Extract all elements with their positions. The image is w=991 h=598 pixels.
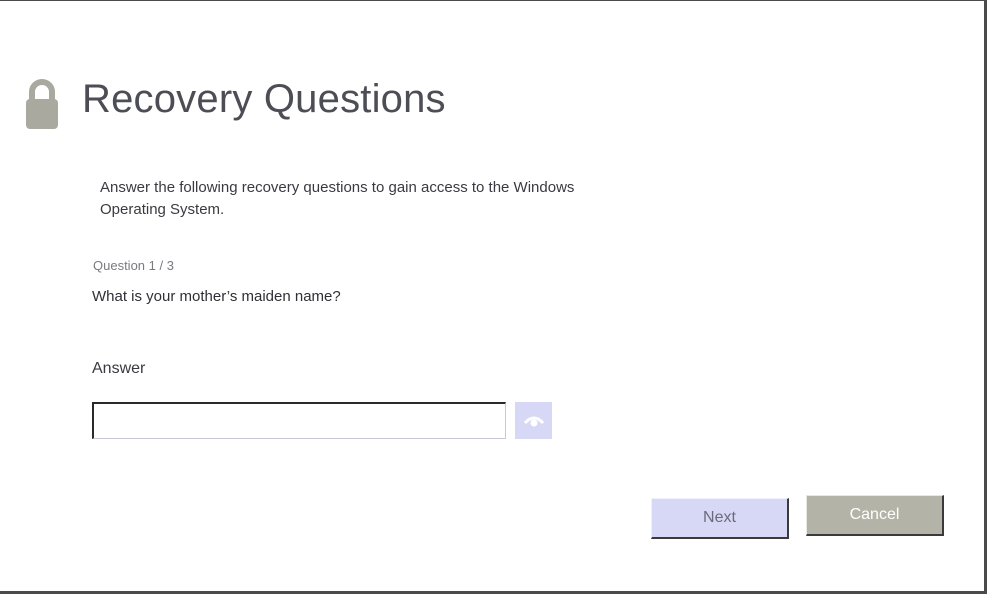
question-text: What is your mother’s maiden name?	[92, 288, 341, 305]
cancel-button[interactable]: Cancel	[806, 495, 944, 536]
answer-label: Answer	[92, 360, 146, 377]
answer-input[interactable]	[92, 402, 506, 439]
page-title: Recovery Questions	[82, 77, 446, 121]
next-button[interactable]: Next	[651, 498, 789, 539]
instructions-text: Answer the following recovery questions …	[100, 179, 575, 218]
reveal-answer-button[interactable]	[515, 402, 552, 439]
eye-icon	[523, 416, 544, 426]
question-counter: Question 1 / 3	[93, 258, 174, 273]
lock-icon	[26, 79, 58, 129]
recovery-dialog: Recovery Questions Answer the following …	[0, 0, 987, 594]
